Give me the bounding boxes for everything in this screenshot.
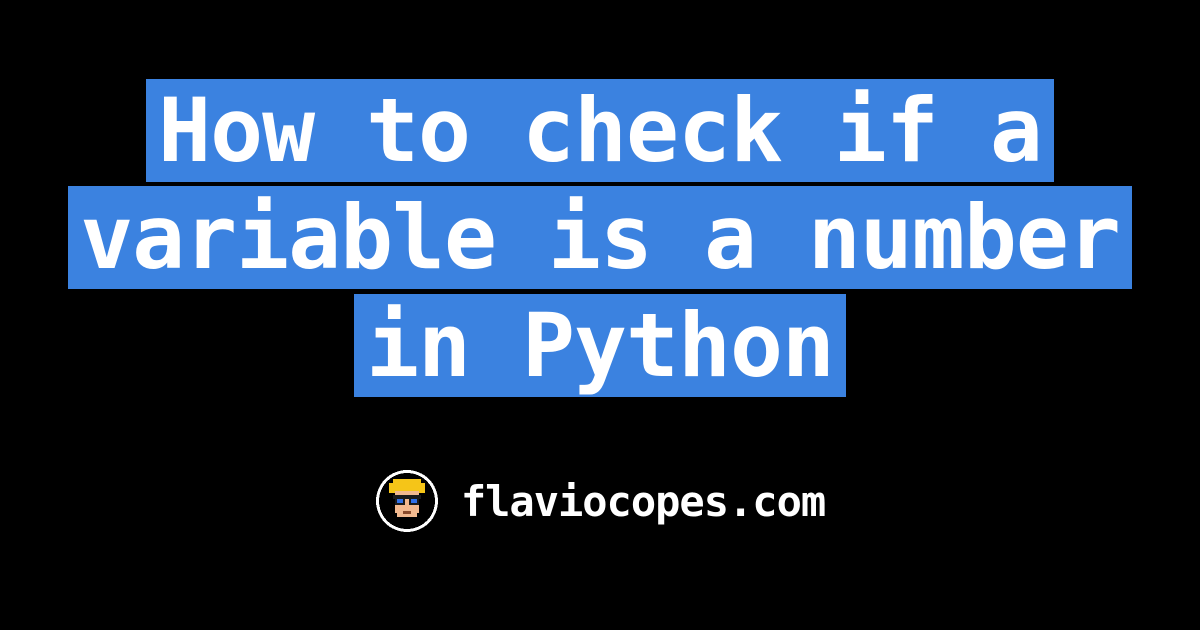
- article-title: How to check if a variable is a number i…: [68, 79, 1132, 397]
- site-footer: flaviocopes.com: [375, 469, 825, 533]
- avatar-icon: [375, 469, 439, 533]
- site-name: flaviocopes.com: [461, 477, 825, 526]
- article-title-container: How to check if a variable is a number i…: [0, 77, 1200, 399]
